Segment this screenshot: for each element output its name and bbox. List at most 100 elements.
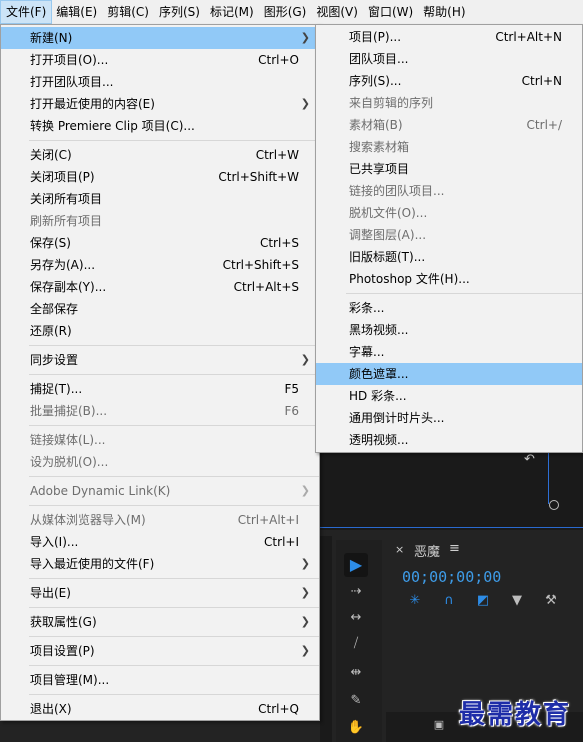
menu-item-label: 新建(N) xyxy=(30,31,73,45)
menu-item-close-all-projects[interactable]: 关闭所有项目 xyxy=(1,188,319,210)
menu-item-open-team-project[interactable]: 打开团队项目... xyxy=(1,71,319,93)
submenu-item-captions[interactable]: 字幕... xyxy=(316,341,582,363)
marker-icon[interactable]: ▼ xyxy=(506,590,528,612)
submenu-item-hd-bars[interactable]: HD 彩条... xyxy=(316,385,582,407)
chevron-right-icon: ❯ xyxy=(300,644,310,657)
menu-view[interactable]: 视图(V) xyxy=(311,1,363,23)
chevron-right-icon: ❯ xyxy=(300,484,310,497)
hand-tool[interactable]: ✋ xyxy=(345,717,367,739)
add-marker-icon[interactable]: ◩ xyxy=(472,590,494,612)
submenu-item-bars-tone[interactable]: 彩条... xyxy=(316,297,582,319)
menu-item-import[interactable]: 导入(I)... Ctrl+I xyxy=(1,531,319,553)
menu-item-save-all[interactable]: 全部保存 xyxy=(1,298,319,320)
menu-sequence[interactable]: 序列(S) xyxy=(154,1,205,23)
menu-separator xyxy=(29,374,319,375)
menu-item-label: 透明视频... xyxy=(349,433,409,447)
shortcut-label: Ctrl+Alt+N xyxy=(495,30,562,44)
menu-item-export[interactable]: 导出(E) ❯ xyxy=(1,582,319,604)
menu-item-label: 来自剪辑的序列 xyxy=(349,96,434,110)
submenu-item-transparent-video[interactable]: 透明视频... xyxy=(316,429,582,451)
menu-item-label: 素材箱(B) xyxy=(349,118,403,132)
submenu-item-photoshop-file[interactable]: Photoshop 文件(H)... xyxy=(316,268,582,290)
menu-item-revert[interactable]: 还原(R) xyxy=(1,320,319,342)
submenu-item-linked-team-project: 链接的团队项目... xyxy=(316,180,582,202)
menu-separator xyxy=(29,607,319,608)
menu-item-label: 关闭(C) xyxy=(30,148,72,162)
menu-markers[interactable]: 标记(M) xyxy=(205,1,259,23)
watermark-logo: 最需教育 xyxy=(459,700,572,730)
submenu-item-project[interactable]: 项目(P)... Ctrl+Alt+N xyxy=(316,26,582,48)
menu-item-label: 导入(I)... xyxy=(30,535,79,549)
linked-selection-icon[interactable]: ∩ xyxy=(438,590,460,612)
playhead-handle[interactable] xyxy=(549,500,559,510)
submenu-item-countdown[interactable]: 通用倒计时片头... xyxy=(316,407,582,429)
menu-item-open-recent[interactable]: 打开最近使用的内容(E) ❯ xyxy=(1,93,319,115)
menu-item-label: 全部保存 xyxy=(30,302,79,316)
wrench-icon[interactable]: ⚒ xyxy=(540,590,562,612)
menu-graphics[interactable]: 图形(G) xyxy=(259,1,312,23)
menu-item-label: 关闭项目(P) xyxy=(30,170,95,184)
razor-tool[interactable]: ⧸ xyxy=(345,633,367,655)
menu-item-link-media: 链接媒体(L)... xyxy=(1,429,319,451)
loop-icon[interactable]: ↶ xyxy=(524,452,535,467)
shortcut-label: Ctrl+Q xyxy=(258,702,299,716)
menu-separator xyxy=(29,476,319,477)
left-dark-strip xyxy=(320,536,332,742)
snap-icon[interactable]: ✳ xyxy=(404,590,426,612)
menu-item-project-manager[interactable]: 项目管理(M)... xyxy=(1,669,319,691)
menu-item-open-project[interactable]: 打开项目(O)... Ctrl+O xyxy=(1,49,319,71)
menu-window[interactable]: 窗口(W) xyxy=(363,1,418,23)
submenu-item-sequence[interactable]: 序列(S)... Ctrl+N xyxy=(316,70,582,92)
submenu-item-search-bin: 搜索素材箱 xyxy=(316,136,582,158)
menu-file[interactable]: 文件(F) xyxy=(0,0,53,24)
menu-help[interactable]: 帮助(H) xyxy=(418,1,470,23)
menu-separator xyxy=(29,694,319,695)
shortcut-label: Ctrl+/ xyxy=(526,118,562,132)
menu-item-sync-settings[interactable]: 同步设置 ❯ xyxy=(1,349,319,371)
submenu-item-shared-project[interactable]: 已共享项目 xyxy=(316,158,582,180)
menu-item-label: 同步设置 xyxy=(30,353,79,367)
menu-item-save-as[interactable]: 另存为(A)... Ctrl+Shift+S xyxy=(1,254,319,276)
menu-item-save-copy[interactable]: 保存副本(Y)... Ctrl+Alt+S xyxy=(1,276,319,298)
new-submenu: 项目(P)... Ctrl+Alt+N 团队项目... 序列(S)... Ctrl+… xyxy=(315,24,583,453)
ripple-edit-tool[interactable]: ↔ xyxy=(345,607,367,629)
menu-item-label: 搜索素材箱 xyxy=(349,140,410,154)
menu-item-project-settings[interactable]: 项目设置(P) ❯ xyxy=(1,640,319,662)
lock-icon[interactable]: ▣ xyxy=(428,714,450,736)
menu-item-close-project[interactable]: 关闭项目(P) Ctrl+Shift+W xyxy=(1,166,319,188)
menu-item-label: 序列(S)... xyxy=(349,74,402,88)
menu-separator xyxy=(29,636,319,637)
menu-item-label: 转换 Premiere Clip 项目(C)... xyxy=(30,119,195,133)
menu-item-label: 获取属性(G) xyxy=(30,615,97,629)
submenu-item-team-project[interactable]: 团队项目... xyxy=(316,48,582,70)
menu-item-label: 旧版标题(T)... xyxy=(349,250,426,264)
track-select-tool[interactable]: ⇢ xyxy=(345,581,367,603)
menu-item-new[interactable]: 新建(N) ❯ xyxy=(1,27,319,49)
menu-clip[interactable]: 剪辑(C) xyxy=(102,1,154,23)
pen-tool[interactable]: ✎ xyxy=(345,690,367,712)
selection-tool[interactable]: ▶ xyxy=(344,553,368,577)
sequence-tab-title[interactable]: 恶魔 xyxy=(414,541,440,560)
menu-item-label: 字幕... xyxy=(349,345,385,359)
menu-item-import-recent[interactable]: 导入最近使用的文件(F) ❯ xyxy=(1,553,319,575)
menu-edit[interactable]: 编辑(E) xyxy=(51,1,102,23)
menu-item-convert-clip[interactable]: 转换 Premiere Clip 项目(C)... xyxy=(1,115,319,137)
menu-item-label: 团队项目... xyxy=(349,52,409,66)
menu-item-dynamic-link: Adobe Dynamic Link(K) ❯ xyxy=(1,480,319,502)
submenu-item-black-video[interactable]: 黑场视频... xyxy=(316,319,582,341)
submenu-item-legacy-title[interactable]: 旧版标题(T)... xyxy=(316,246,582,268)
file-menu: 新建(N) ❯ 打开项目(O)... Ctrl+O 打开团队项目... 打开最近使用… xyxy=(0,24,320,721)
submenu-item-color-matte[interactable]: 颜色遮罩... xyxy=(316,363,582,385)
panel-menu-icon[interactable]: ≡ xyxy=(449,541,460,556)
menu-item-capture[interactable]: 捕捉(T)... F5 xyxy=(1,378,319,400)
menu-item-get-properties[interactable]: 获取属性(G) ❯ xyxy=(1,611,319,633)
slip-tool[interactable]: ⇹ xyxy=(345,662,367,684)
timeline-close-icon[interactable]: × xyxy=(395,543,404,556)
menu-item-close[interactable]: 关闭(C) Ctrl+W xyxy=(1,144,319,166)
menu-item-exit[interactable]: 退出(X) Ctrl+Q xyxy=(1,698,319,720)
menu-separator xyxy=(346,293,582,294)
menu-item-batch-capture: 批量捕捉(B)... F6 xyxy=(1,400,319,422)
timeline-timecode[interactable]: 00;00;00;00 xyxy=(402,568,501,586)
menu-item-label: 通用倒计时片头... xyxy=(349,411,445,425)
menu-item-save[interactable]: 保存(S) Ctrl+S xyxy=(1,232,319,254)
